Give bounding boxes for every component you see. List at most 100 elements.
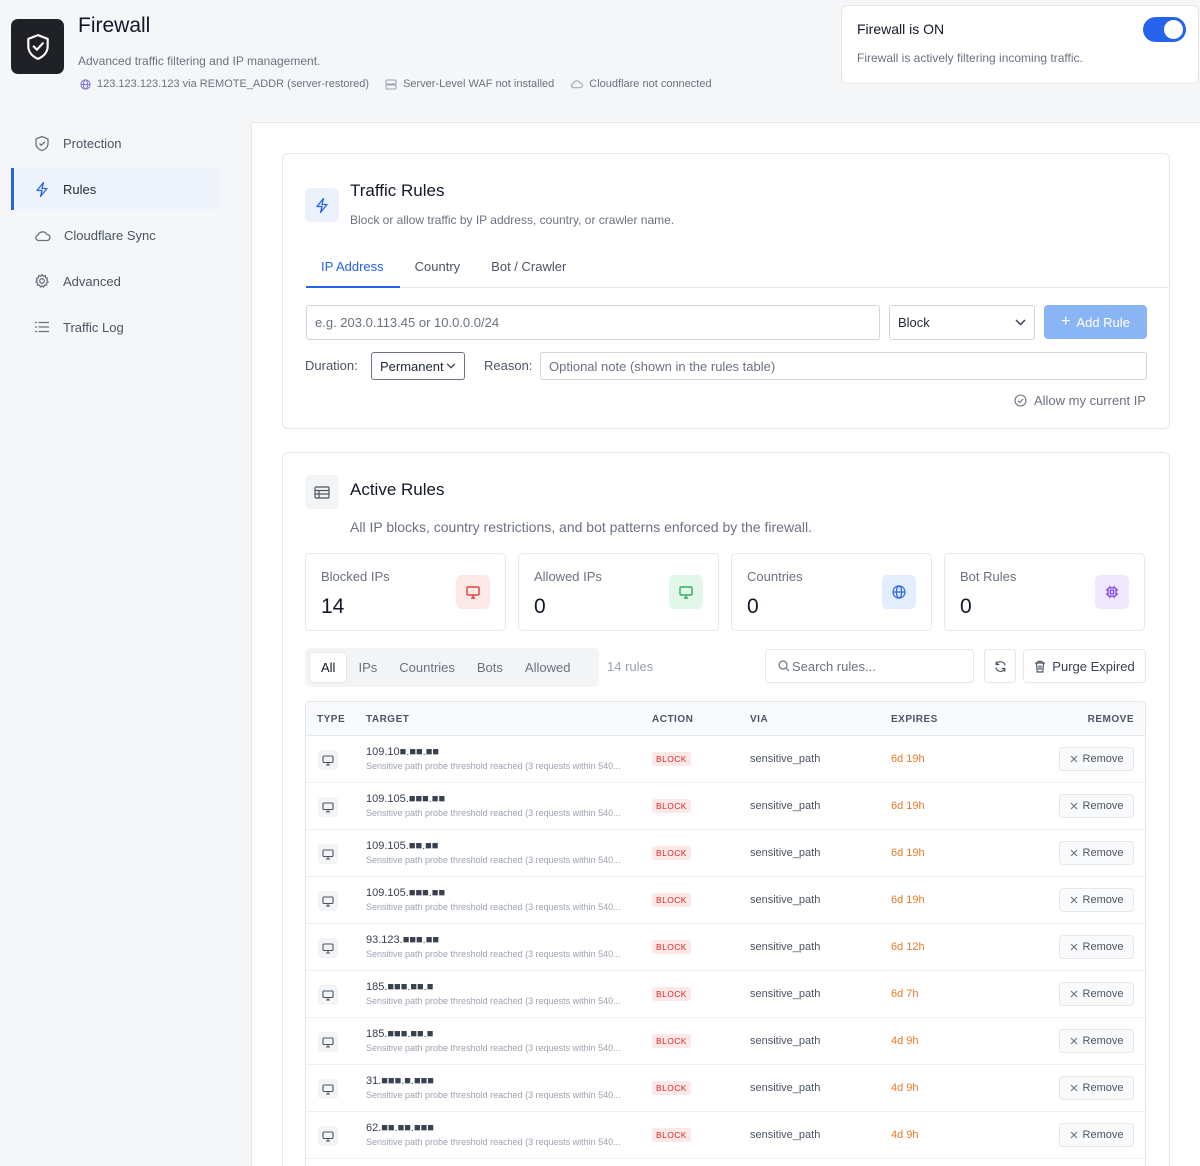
- stat-value: 14: [321, 595, 345, 618]
- action-badge: BLOCK: [652, 846, 691, 860]
- action-select-value: Block: [898, 315, 930, 330]
- waf-status: Server-Level WAF not installed: [385, 78, 554, 90]
- filter-allowed[interactable]: Allowed: [514, 653, 582, 682]
- remove-label: Remove: [1082, 941, 1124, 953]
- rule-reason: Sensitive path probe threshold reached (…: [366, 949, 621, 959]
- rule-via: sensitive_path: [750, 988, 821, 1000]
- action-badge: BLOCK: [652, 893, 691, 907]
- remove-button[interactable]: Remove: [1059, 1076, 1134, 1100]
- rule-expires: 6d 19h: [891, 847, 925, 859]
- close-icon: [1070, 896, 1078, 904]
- action-badge: BLOCK: [652, 1034, 691, 1048]
- remove-button[interactable]: Remove: [1059, 1123, 1134, 1147]
- ip-address-input[interactable]: e.g. 203.0.113.45 or 10.0.0.0/24: [306, 305, 880, 340]
- duration-label: Duration:: [305, 358, 358, 373]
- monitor-icon: [318, 844, 338, 864]
- sidebar-item-traffic-log[interactable]: Traffic Log: [11, 306, 221, 348]
- sidebar-item-label: Advanced: [63, 273, 121, 289]
- reason-input[interactable]: Optional note (shown in the rules table): [540, 352, 1147, 380]
- rule-reason: Sensitive path probe threshold reached (…: [366, 902, 621, 912]
- rule-reason: Sensitive path probe threshold reached (…: [366, 996, 621, 1006]
- monitor-icon: [669, 575, 703, 609]
- monitor-icon: [318, 985, 338, 1005]
- allow-current-ip-link[interactable]: Allow my current IP: [1014, 393, 1146, 408]
- firewall-status-title: Firewall is ON: [857, 21, 945, 37]
- column-header-remove: REMOVE: [1087, 714, 1134, 725]
- tab-ip-address[interactable]: IP Address: [306, 250, 400, 288]
- monitor-icon: [318, 1032, 338, 1052]
- page-title: Firewall: [78, 14, 151, 37]
- action-select[interactable]: Block: [889, 305, 1035, 340]
- filter-countries[interactable]: Countries: [388, 653, 466, 682]
- close-icon: [1070, 1037, 1078, 1045]
- rule-expires: 6d 12h: [891, 941, 925, 953]
- rule-type-tabs: IP Address Country Bot / Crawler: [306, 250, 1170, 288]
- rule-filter-tabs: All IPs Countries Bots Allowed: [305, 648, 599, 687]
- header-meta: 123.123.123.123 via REMOTE_ADDR (server-…: [80, 78, 728, 90]
- sidebar-item-label: Cloudflare Sync: [64, 227, 156, 243]
- search-rules-input[interactable]: Search rules...: [765, 649, 974, 683]
- rules-table: TYPE TARGET ACTION VIA EXPIRES REMOVE 10…: [305, 701, 1146, 1166]
- add-rule-button[interactable]: + Add Rule: [1044, 305, 1147, 339]
- remove-button[interactable]: Remove: [1059, 747, 1134, 771]
- purge-expired-button[interactable]: Purge Expired: [1023, 649, 1146, 683]
- monitor-icon: [318, 750, 338, 770]
- ip-info: 123.123.123.123 via REMOTE_ADDR (server-…: [80, 78, 369, 90]
- remove-label: Remove: [1082, 800, 1124, 812]
- rule-target: 185.■■■.■■.■: [366, 981, 434, 993]
- main-content: Traffic Rules Block or allow traffic by …: [251, 122, 1200, 1166]
- sidebar-item-advanced[interactable]: Advanced: [11, 260, 221, 302]
- lightning-icon: [316, 197, 328, 213]
- stat-allowed-ips: Allowed IPs 0: [518, 553, 719, 631]
- duration-select[interactable]: Permanent: [371, 352, 465, 380]
- column-header-expires: EXPIRES: [891, 714, 938, 725]
- rule-via: sensitive_path: [750, 894, 821, 906]
- rule-expires: 4d 9h: [891, 1129, 919, 1141]
- traffic-rules-title: Traffic Rules: [350, 181, 445, 200]
- close-icon: [1070, 943, 1078, 951]
- filter-ips[interactable]: IPs: [347, 653, 388, 682]
- sidebar-item-cloudflare-sync[interactable]: Cloudflare Sync: [11, 214, 221, 256]
- trash-icon: [1035, 660, 1046, 673]
- stat-countries: Countries 0: [731, 553, 932, 631]
- remove-button[interactable]: Remove: [1059, 935, 1134, 959]
- rule-reason: Sensitive path probe threshold reached (…: [366, 761, 621, 771]
- table-row: 93.123.■■■.■■ Sensitive path probe thresh…: [306, 924, 1145, 971]
- remove-button[interactable]: Remove: [1059, 1029, 1134, 1053]
- stat-label: Countries: [747, 569, 803, 584]
- rule-expires: 6d 19h: [891, 894, 925, 906]
- stat-label: Bot Rules: [960, 569, 1017, 584]
- remove-label: Remove: [1082, 847, 1124, 859]
- add-rule-label: Add Rule: [1076, 314, 1130, 330]
- remove-button[interactable]: Remove: [1059, 888, 1134, 912]
- sidebar-item-protection[interactable]: Protection: [11, 122, 221, 164]
- sidebar-item-rules[interactable]: Rules: [11, 168, 221, 210]
- column-header-via: VIA: [750, 714, 769, 725]
- search-icon: [778, 660, 790, 672]
- remove-button[interactable]: Remove: [1059, 982, 1134, 1006]
- close-icon: [1070, 1131, 1078, 1139]
- filter-bots[interactable]: Bots: [466, 653, 514, 682]
- filter-all[interactable]: All: [309, 652, 348, 683]
- firewall-status-description: Firewall is actively filtering incoming …: [857, 51, 1083, 65]
- traffic-rules-subtitle: Block or allow traffic by IP address, co…: [350, 213, 675, 227]
- table-row: 185.■■■.■■.■ Sensitive path probe thresho…: [306, 971, 1145, 1018]
- tab-country[interactable]: Country: [400, 250, 477, 288]
- refresh-button[interactable]: [984, 649, 1016, 683]
- active-rules-title: Active Rules: [350, 480, 445, 499]
- stat-bot-rules: Bot Rules 0: [944, 553, 1145, 631]
- rule-via: sensitive_path: [750, 753, 821, 765]
- monitor-icon: [318, 1126, 338, 1146]
- remove-label: Remove: [1082, 1129, 1124, 1141]
- close-icon: [1070, 1084, 1078, 1092]
- sidebar-item-label: Protection: [63, 135, 122, 151]
- firewall-toggle[interactable]: [1143, 17, 1186, 42]
- rule-via: sensitive_path: [750, 1035, 821, 1047]
- active-rules-card: Active Rules All IP blocks, country rest…: [282, 452, 1170, 1166]
- remove-button[interactable]: Remove: [1059, 841, 1134, 865]
- monitor-icon: [456, 575, 490, 609]
- close-icon: [1070, 849, 1078, 857]
- tab-bot-crawler[interactable]: Bot / Crawler: [476, 250, 582, 288]
- remove-button[interactable]: Remove: [1059, 794, 1134, 818]
- table-row: 109.10■.■■.■■ Sensitive path probe thresh…: [306, 736, 1145, 783]
